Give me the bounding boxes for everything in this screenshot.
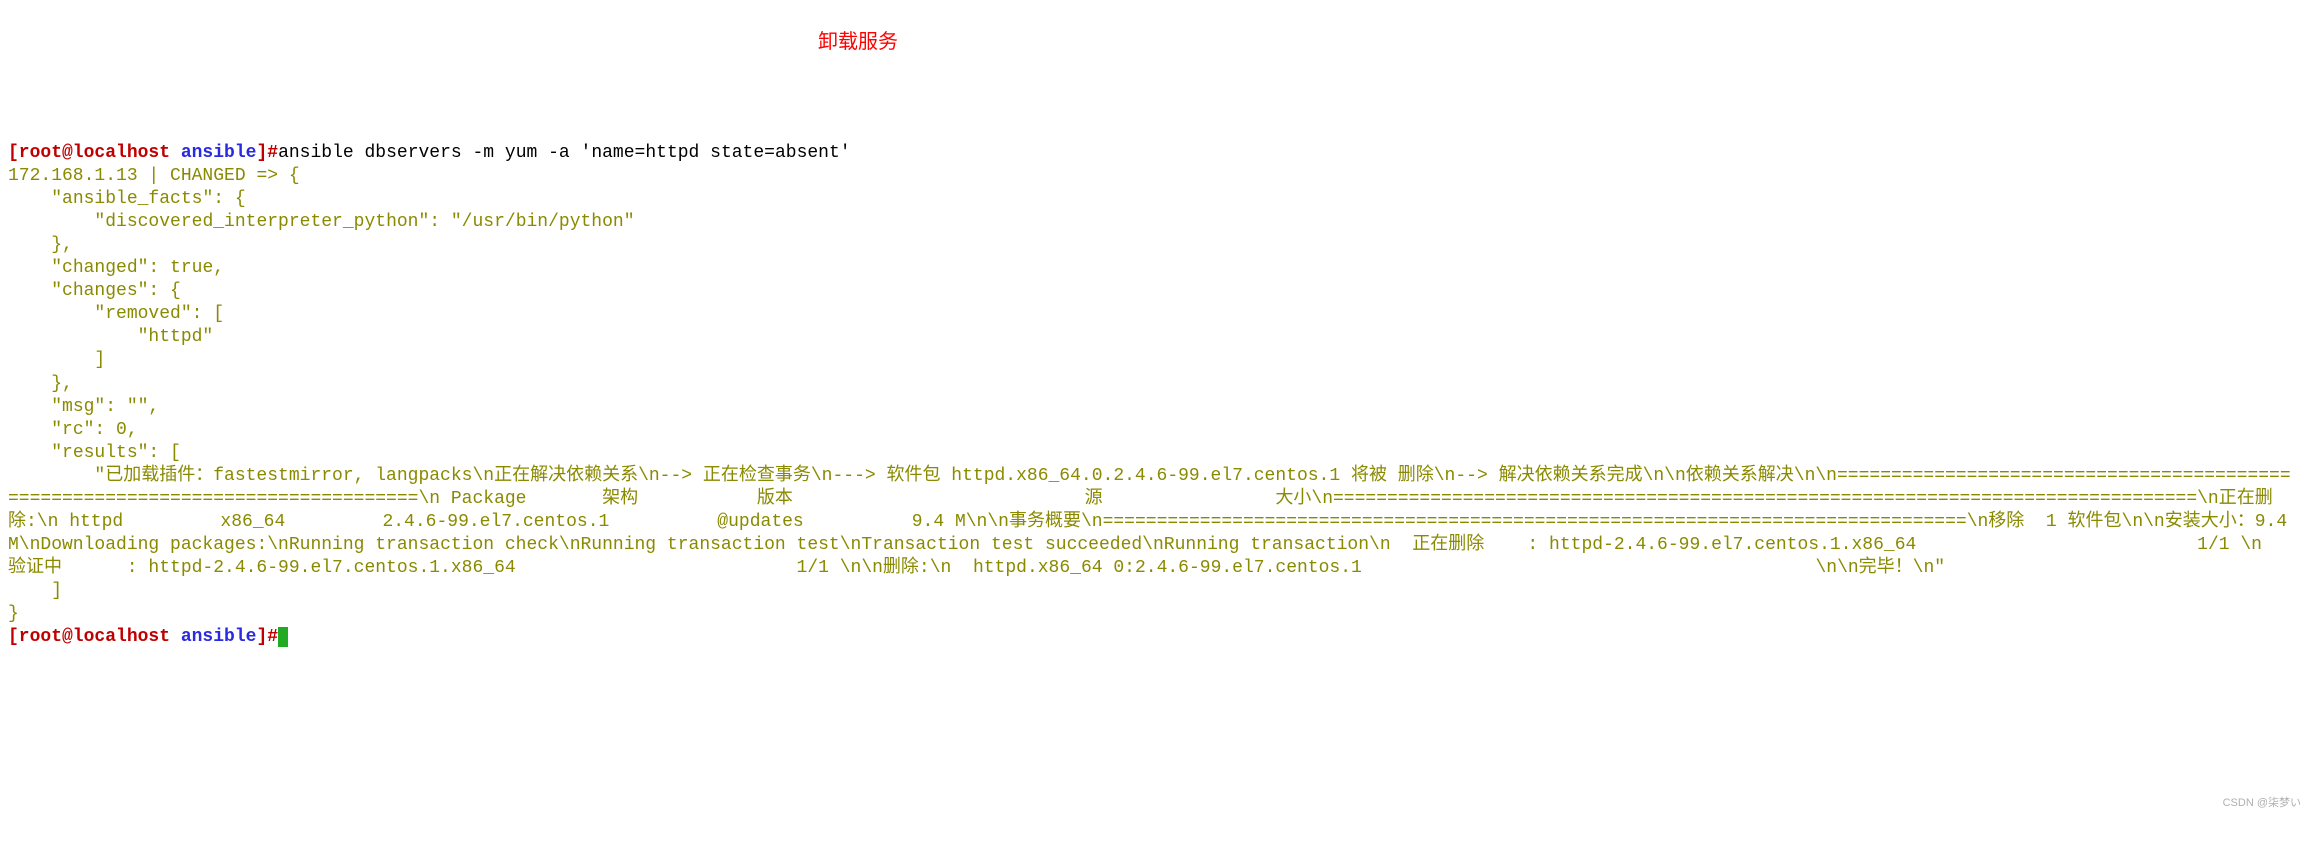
prompt-dir: ansible — [181, 627, 257, 647]
output-line: ] — [8, 581, 62, 601]
output-line: ] — [8, 350, 105, 370]
output-line: }, — [8, 235, 73, 255]
prompt-user-host: [root@localhost — [8, 627, 181, 647]
prompt-close: ] — [256, 627, 267, 647]
output-line: } — [8, 604, 19, 624]
watermark-text: CSDN @柒梦い — [2223, 796, 2301, 810]
prompt-hash: # — [267, 627, 278, 647]
output-line: }, — [8, 374, 73, 394]
prompt-dir: ansible — [181, 143, 257, 163]
output-results-body: "已加载插件：fastestmirror, langpacks\n正在解决依赖关… — [8, 466, 2298, 578]
output-line: "httpd" — [8, 327, 213, 347]
prompt-user-host: [root@localhost — [8, 143, 181, 163]
output-line: "ansible_facts": { — [8, 189, 246, 209]
output-line: "results": [ — [8, 443, 181, 463]
command-text: ansible dbservers -m yum -a 'name=httpd … — [278, 143, 851, 163]
output-line: 172.168.1.13 | CHANGED => { — [8, 166, 300, 186]
annotation-label: 卸载服务 — [818, 30, 898, 56]
output-line: "changes": { — [8, 281, 181, 301]
output-line: "msg": "", — [8, 397, 159, 417]
output-line: "rc": 0, — [8, 420, 138, 440]
output-line: "discovered_interpreter_python": "/usr/b… — [8, 212, 635, 232]
output-line: "removed": [ — [8, 304, 224, 324]
terminal-output[interactable]: [root@localhost ansible]#ansible dbserve… — [8, 142, 2299, 649]
prompt-close: ] — [256, 143, 267, 163]
prompt-hash: # — [267, 143, 278, 163]
output-line: "changed": true, — [8, 258, 224, 278]
cursor-icon — [278, 627, 288, 647]
